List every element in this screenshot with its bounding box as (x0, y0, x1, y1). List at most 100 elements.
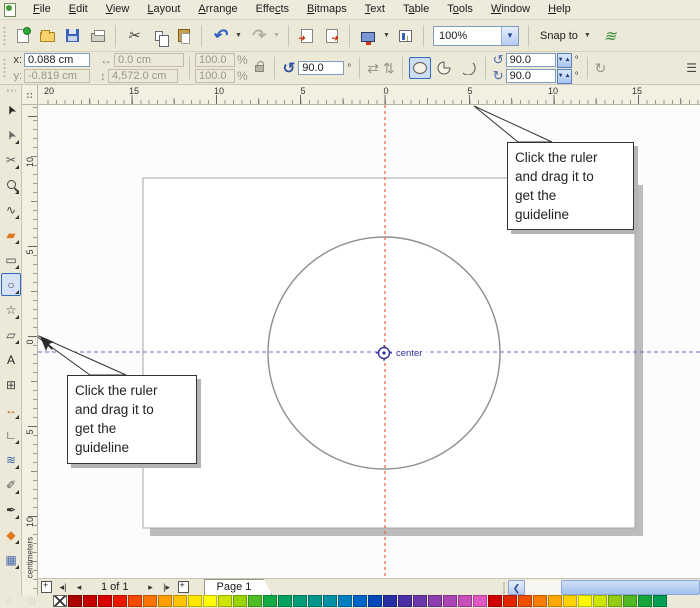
color-swatch[interactable] (443, 595, 457, 607)
toolbox-grip[interactable] (6, 89, 16, 92)
table-tool[interactable]: ⊞ (1, 373, 21, 396)
menu-item-tools[interactable]: Tools (438, 0, 482, 19)
color-swatch[interactable] (353, 595, 367, 607)
spinner-up-icon[interactable]: ▲ (565, 73, 571, 79)
start-angle-spinner[interactable]: ▼▲ (557, 53, 572, 68)
open-button[interactable] (35, 24, 60, 48)
color-swatch[interactable] (638, 595, 652, 607)
color-swatch[interactable] (218, 595, 232, 607)
cut-button[interactable]: ✂ (121, 24, 146, 48)
color-swatch[interactable] (368, 595, 382, 607)
page-tab[interactable]: Page 1 (204, 579, 273, 595)
crop-tool[interactable]: ✂ (1, 148, 21, 171)
ellipse-mode-button[interactable] (409, 57, 431, 79)
save-button[interactable] (60, 24, 85, 48)
rotation-angle-field[interactable]: 90.0 (298, 61, 344, 75)
application-launcher-dropdown[interactable]: ▼ (380, 24, 393, 48)
color-swatch[interactable] (233, 595, 247, 607)
color-swatch[interactable] (263, 595, 277, 607)
spinner-down-icon[interactable]: ▼ (558, 57, 564, 63)
zoom-level-combo[interactable]: 100% ▼ (433, 26, 519, 46)
scrollbar-thumb[interactable] (561, 580, 700, 595)
color-swatch[interactable] (323, 595, 337, 607)
snap-to-dropdown[interactable]: Snap to ▼ (540, 30, 591, 42)
color-swatch[interactable] (188, 595, 202, 607)
color-swatch[interactable] (113, 595, 127, 607)
undo-button[interactable]: ↶ (207, 24, 232, 48)
scroll-left-button[interactable]: ❮ (508, 580, 525, 595)
color-swatch[interactable] (203, 595, 217, 607)
end-angle-spinner[interactable]: ▼▲ (557, 69, 572, 84)
dimension-tool[interactable]: ↔ (1, 398, 21, 421)
redo-dropdown[interactable]: ▼ (270, 24, 283, 48)
menu-item-window[interactable]: Window (482, 0, 539, 19)
menu-item-effects[interactable]: Effects (247, 0, 298, 19)
color-swatch[interactable] (173, 595, 187, 607)
property-bar-grip[interactable] (3, 58, 6, 78)
color-swatch[interactable] (653, 595, 667, 607)
polygon-tool[interactable]: ☆ (1, 298, 21, 321)
color-swatch[interactable] (293, 595, 307, 607)
x-position-field[interactable]: 0.088 cm (24, 53, 90, 67)
color-swatch[interactable] (308, 595, 322, 607)
undo-dropdown[interactable]: ▼ (232, 24, 245, 48)
color-swatch[interactable] (98, 595, 112, 607)
start-angle-field[interactable]: 90.0 (506, 53, 556, 67)
color-swatch[interactable] (248, 595, 262, 607)
palette-scroll-left-icon[interactable]: ○ (6, 595, 11, 605)
freehand-tool[interactable]: ∿ (1, 198, 21, 221)
application-launcher-button[interactable] (355, 24, 380, 48)
color-swatch[interactable] (563, 595, 577, 607)
menu-item-text[interactable]: Text (356, 0, 394, 19)
color-swatch[interactable] (338, 595, 352, 607)
horizontal-scrollbar[interactable]: ❮ (502, 580, 700, 595)
options-button[interactable]: ≋ (597, 24, 622, 48)
arc-mode-button[interactable] (457, 57, 479, 79)
color-swatch[interactable] (158, 595, 172, 607)
color-swatch[interactable] (458, 595, 472, 607)
menu-item-edit[interactable]: Edit (60, 0, 97, 19)
paste-button[interactable] (171, 24, 196, 48)
color-swatch[interactable] (533, 595, 547, 607)
add-page-button[interactable] (41, 581, 52, 593)
blend-tool[interactable]: ≋ (1, 448, 21, 471)
spinner-up-icon[interactable]: ▲ (565, 57, 571, 63)
color-swatch[interactable] (578, 595, 592, 607)
corel-connect-button[interactable] (393, 24, 418, 48)
no-color-swatch[interactable] (53, 595, 67, 607)
outline-pen-tool[interactable]: ✒ (1, 498, 21, 521)
basic-shapes-tool[interactable]: ▱ (1, 323, 21, 346)
color-swatch[interactable] (503, 595, 517, 607)
smart-fill-tool[interactable]: ▰ (1, 223, 21, 246)
color-swatch[interactable] (548, 595, 562, 607)
color-swatch[interactable] (428, 595, 442, 607)
menu-item-layout[interactable]: Layout (138, 0, 189, 19)
color-swatch[interactable] (143, 595, 157, 607)
pie-mode-button[interactable] (433, 57, 455, 79)
interactive-fill-tool[interactable]: ▦ (1, 548, 21, 571)
first-page-button[interactable]: ◂| (55, 582, 71, 593)
eyedropper-tool[interactable]: ✐ (1, 473, 21, 496)
last-page-button[interactable]: |▸ (159, 582, 175, 593)
color-swatch[interactable] (623, 595, 637, 607)
menu-item-file[interactable]: File (24, 0, 60, 19)
copy-button[interactable] (146, 24, 171, 48)
spinner-down-icon[interactable]: ▼ (558, 73, 564, 79)
menu-item-view[interactable]: View (97, 0, 139, 19)
menu-item-bitmaps[interactable]: Bitmaps (298, 0, 356, 19)
previous-page-button[interactable]: ◂ (71, 582, 87, 593)
palette-options-icon[interactable]: □ (29, 596, 34, 606)
combo-dropdown-button[interactable]: ▼ (501, 27, 518, 45)
color-swatch[interactable] (68, 595, 82, 607)
ellipse-tool[interactable]: ○ (1, 273, 21, 296)
add-page-button[interactable] (178, 581, 189, 593)
menu-item-table[interactable]: Table (394, 0, 438, 19)
ruler-origin-button[interactable] (22, 85, 38, 105)
import-button[interactable] (294, 24, 319, 48)
text-tool[interactable]: A (1, 348, 21, 371)
color-swatch[interactable] (488, 595, 502, 607)
pick-tool[interactable]: ➤ (1, 98, 21, 121)
color-swatch[interactable] (608, 595, 622, 607)
menu-item-arrange[interactable]: Arrange (189, 0, 246, 19)
color-swatch[interactable] (398, 595, 412, 607)
